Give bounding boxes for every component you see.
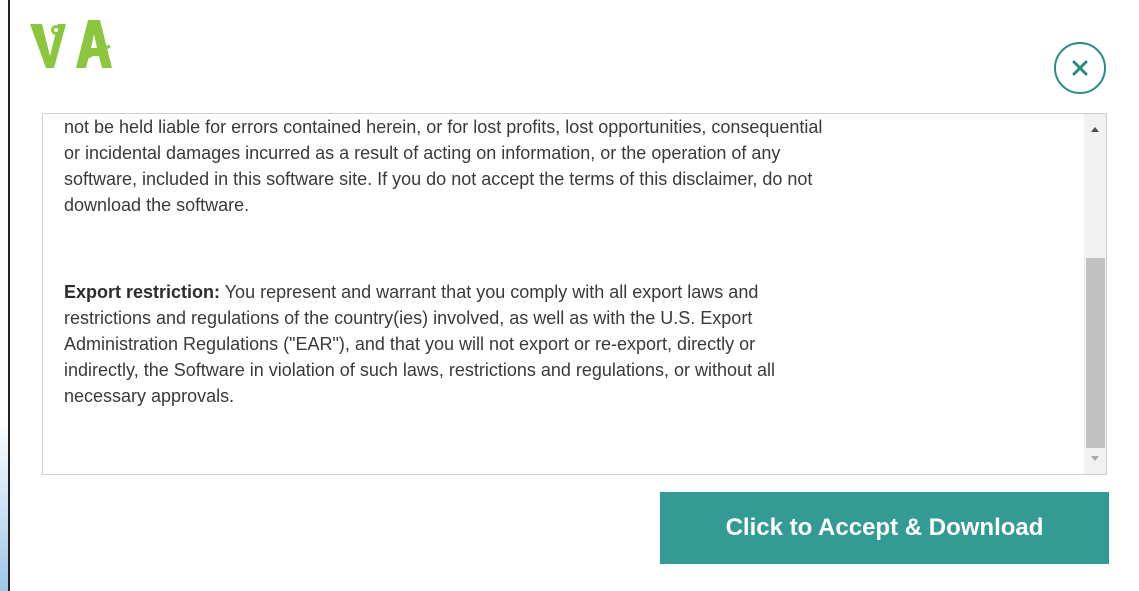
close-icon — [1072, 60, 1088, 76]
scroll-down-arrow-icon — [1091, 456, 1099, 461]
export-restriction-label: Export restriction: — [64, 282, 221, 302]
export-line: restrictions and regulations of the coun… — [64, 308, 753, 328]
scroll-down-button[interactable] — [1084, 450, 1106, 468]
close-button[interactable] — [1054, 42, 1106, 94]
scroll-up-button[interactable] — [1084, 120, 1106, 138]
terms-text: not be held liable for errors contained … — [64, 114, 1064, 409]
export-line: necessary approvals. — [64, 386, 235, 406]
backdrop-tint — [0, 420, 8, 591]
brand-logo: VA — [28, 16, 118, 74]
export-line: You represent and warrant that you compl… — [220, 282, 759, 302]
scroll-thumb[interactable] — [1086, 258, 1105, 448]
export-line: indirectly, the Software in violation of… — [64, 360, 776, 380]
export-restriction-paragraph: Export restriction: You represent and wa… — [64, 279, 1064, 409]
disclaimer-line: or incidental damages incurred as a resu… — [64, 143, 781, 163]
terms-scrollbar[interactable] — [1084, 114, 1106, 474]
scroll-up-arrow-icon — [1091, 127, 1099, 132]
disclaimer-line: not be held liable for errors contained … — [64, 117, 823, 137]
brand-logo-text: VA — [118, 16, 119, 17]
download-terms-modal: VA not be held liable for errors contain… — [10, 0, 1139, 591]
page: VA not be held liable for errors contain… — [0, 0, 1139, 591]
backdrop-edge — [0, 0, 10, 591]
brand-logo-mark — [30, 20, 112, 68]
terms-textbox[interactable]: not be held liable for errors contained … — [42, 113, 1107, 475]
disclaimer-line: software, included in this software site… — [64, 169, 813, 189]
disclaimer-paragraph: not be held liable for errors contained … — [64, 114, 1064, 218]
export-line: Administration Regulations ("EAR"), and … — [64, 334, 756, 354]
disclaimer-line: download the software. — [64, 195, 250, 215]
accept-download-button[interactable]: Click to Accept & Download — [660, 492, 1109, 564]
